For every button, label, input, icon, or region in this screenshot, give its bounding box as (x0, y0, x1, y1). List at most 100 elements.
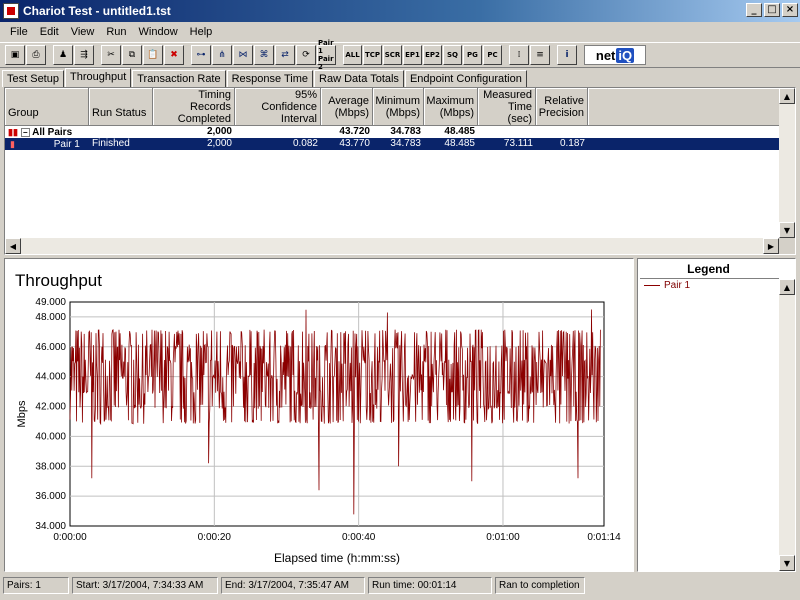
col-measured-time[interactable]: Measured Time (sec) (478, 88, 536, 126)
max-cell: 48.485 (444, 138, 475, 149)
run-icon[interactable]: ♟ (53, 45, 73, 65)
window-title: Chariot Test - untitled1.tst (23, 4, 171, 18)
list-view-icon[interactable]: ≡ (530, 45, 550, 65)
precision-cell (536, 126, 588, 138)
netiq-logo: net iQ (584, 45, 646, 65)
y-tick-label: 48.000 (35, 312, 66, 323)
filter-all-button[interactable]: ALL (343, 45, 362, 65)
window-controls: _ □ × (746, 3, 798, 17)
col-group[interactable]: Group (5, 88, 89, 126)
cut-icon[interactable]: ✂ (101, 45, 121, 65)
add-multicast-icon[interactable]: ⋔ (212, 45, 232, 65)
filter-ep2-button[interactable]: EP2 (423, 45, 442, 65)
minimize-button[interactable]: _ (746, 3, 762, 17)
scroll-right-icon[interactable]: ▶ (763, 238, 779, 254)
delete-icon[interactable]: ✖ (164, 45, 184, 65)
paste-icon[interactable]: 📋 (143, 45, 163, 65)
pair-toggle-button[interactable]: Pair 1 Pair 2 (317, 39, 336, 71)
print-icon[interactable]: ⎙ (26, 45, 46, 65)
y-tick-label: 46.000 (35, 342, 66, 353)
filter-pc-button[interactable]: PC (483, 45, 502, 65)
maximize-button[interactable]: □ (764, 3, 780, 17)
avg-cell: 43.770 (339, 138, 370, 149)
group-cell: ▮ Pair 1 (5, 138, 89, 150)
swap-icon[interactable]: ⇄ (275, 45, 295, 65)
legend-item-pair1[interactable]: Pair 1 (644, 280, 690, 291)
menu-run[interactable]: Run (100, 26, 132, 38)
y-tick-label: 34.000 (35, 521, 66, 532)
chart-panel: Throughput 34.000 36.000 38.000 40.000 42.00… (4, 258, 634, 572)
legend-panel: Legend Pair 1 ▲ ▼ (637, 258, 796, 572)
y-axis-label: Mbps (16, 400, 28, 427)
col-relative-precision[interactable]: Relative Precision (536, 88, 588, 126)
scroll-left-icon[interactable]: ◀ (5, 238, 21, 254)
ci-cell: 0.082 (292, 138, 318, 149)
pair-icon: ▮ (10, 139, 15, 149)
scroll-down-icon[interactable]: ▼ (779, 222, 795, 238)
y-tick-label: 44.000 (35, 372, 66, 383)
col-minimum[interactable]: Minimum (Mbps) (373, 88, 424, 126)
logo-highlight: iQ (616, 47, 635, 63)
legend-divider (640, 278, 779, 279)
menu-view[interactable]: View (65, 26, 101, 38)
status-run-time: Run time: 00:01:14 (368, 577, 492, 594)
menu-edit[interactable]: Edit (34, 26, 65, 38)
legend-scroll-up-icon[interactable]: ▲ (779, 279, 795, 295)
collapse-icon[interactable]: − (20, 128, 30, 137)
menu-window[interactable]: Window (133, 26, 184, 38)
info-icon[interactable]: i (557, 45, 577, 65)
status-bar: Pairs: 1 Start: 3/17/2004, 7:34:33 AM En… (0, 577, 800, 596)
table-row[interactable]: ▮ Pair 1 Finished 2,000 0.082 43.770 34.… (5, 138, 781, 150)
copy-icon[interactable]: ⧉ (122, 45, 142, 65)
tab-response-time[interactable]: Response Time (226, 70, 314, 87)
refresh-icon[interactable]: ⟳ (296, 45, 316, 65)
grid-header: Group Run Status Timing Records Completed… (5, 88, 781, 126)
grid-vertical-scrollbar[interactable]: ▲ ▼ (779, 88, 795, 238)
legend-swatch (644, 285, 660, 286)
tab-endpoint-configuration[interactable]: Endpoint Configuration (404, 70, 527, 87)
x-tick-label: 0:01:14 (587, 532, 621, 543)
col-run-status[interactable]: Run Status (89, 88, 153, 126)
y-tick-label: 36.000 (35, 491, 66, 502)
col-average[interactable]: Average (Mbps) (321, 88, 373, 126)
stop-icon[interactable]: ⇶ (74, 45, 94, 65)
tab-transaction-rate[interactable]: Transaction Rate (132, 70, 226, 87)
ci-cell (235, 126, 321, 138)
edit-pair-icon[interactable]: ⋈ (233, 45, 253, 65)
filter-sq-button[interactable]: SQ (443, 45, 462, 65)
filter-ep1-button[interactable]: EP1 (403, 45, 422, 65)
title-bar: Chariot Test - untitled1.tst _ □ × (0, 0, 800, 22)
records-cell: 2,000 (206, 126, 232, 137)
tab-raw-data-totals[interactable]: Raw Data Totals (314, 70, 404, 87)
table-row[interactable]: ▮▮ − All Pairs 2,000 43.720 34.783 48.48… (5, 126, 781, 138)
col-timing-records[interactable]: Timing Records Completed (153, 88, 235, 126)
legend-vertical-scrollbar[interactable]: ▲ ▼ (779, 279, 795, 571)
y-tick-label: 42.000 (35, 402, 66, 413)
x-tick-label: 0:00:00 (53, 532, 87, 543)
close-button[interactable]: × (782, 3, 798, 17)
grid-horizontal-scrollbar[interactable]: ◀ ▶ (5, 238, 779, 254)
toolbar: ▣ ⎙ ♟ ⇶ ✂ ⧉ 📋 ✖ ⊶ ⋔ ⋈ ⌘ ⇄ ⟳ Pair 1 Pair … (0, 39, 800, 71)
scroll-up-icon[interactable]: ▲ (779, 88, 795, 104)
col-maximum[interactable]: Maximum (Mbps) (424, 88, 478, 126)
menu-file[interactable]: File (4, 26, 34, 38)
tab-test-setup[interactable]: Test Setup (2, 70, 64, 87)
filter-tcp-button[interactable]: TCP (363, 45, 382, 65)
pair-toggle-label-1: Pair 1 (318, 39, 334, 55)
col-confidence-interval[interactable]: 95% Confidence Interval (235, 88, 321, 126)
network-icon[interactable]: ⌘ (254, 45, 274, 65)
tab-throughput[interactable]: Throughput (64, 68, 132, 87)
grid-view-icon[interactable]: ⁞ (509, 45, 529, 65)
legend-scroll-down-icon[interactable]: ▼ (779, 555, 795, 571)
filter-pg-button[interactable]: PG (463, 45, 482, 65)
avg-cell: 43.720 (339, 126, 370, 137)
menu-help[interactable]: Help (184, 26, 219, 38)
min-cell: 34.783 (390, 126, 421, 137)
y-tick-label: 40.000 (35, 431, 66, 442)
filter-scr-button[interactable]: SCR (383, 45, 402, 65)
save-icon[interactable]: ▣ (5, 45, 25, 65)
min-cell: 34.783 (390, 138, 421, 149)
x-tick-label: 0:00:40 (342, 532, 376, 543)
scroll-corner (779, 238, 795, 254)
add-pair-icon[interactable]: ⊶ (191, 45, 211, 65)
